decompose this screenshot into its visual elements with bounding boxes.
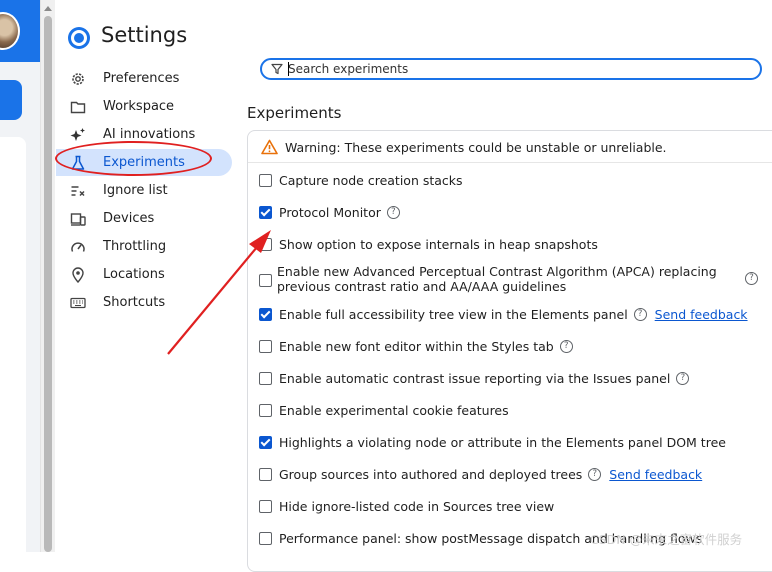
checkbox[interactable] [259, 238, 272, 251]
checkbox[interactable] [259, 468, 272, 481]
nav-item-preferences[interactable]: Preferences [56, 65, 232, 92]
folder-icon [70, 99, 86, 115]
warning-text: Warning: These experiments could be unst… [285, 140, 667, 155]
checkbox[interactable] [259, 436, 272, 449]
checkbox[interactable] [259, 206, 272, 219]
scrollbar-thumb[interactable] [44, 16, 52, 552]
experiment-label: Protocol Monitor [279, 205, 381, 220]
nav-item-devices[interactable]: Devices [56, 205, 232, 232]
experiment-group-sources[interactable]: Group sources into authored and deployed… [259, 467, 702, 482]
send-feedback-link[interactable]: Send feedback [609, 467, 702, 482]
devices-icon [70, 211, 86, 227]
nav-item-shortcuts[interactable]: Shortcuts [56, 289, 232, 316]
experiment-label: Enable new Advanced Perceptual Contrast … [277, 264, 717, 294]
annotation-ellipse [55, 141, 212, 176]
browser-side-panel [0, 0, 40, 552]
checkbox[interactable] [259, 274, 272, 287]
ignore-list-icon [70, 183, 86, 199]
speedometer-icon [70, 239, 86, 255]
nav-item-label: Locations [103, 267, 165, 282]
scroll-up-arrow-icon[interactable] [44, 6, 52, 11]
search-bar[interactable] [260, 58, 762, 80]
help-icon[interactable]: ? [676, 372, 690, 385]
text-caret [288, 62, 289, 76]
sparkle-icon [70, 127, 86, 143]
help-icon[interactable]: ? [745, 272, 758, 285]
filter-icon [271, 63, 283, 75]
experiment-protocol-monitor[interactable]: Protocol Monitor ? [259, 205, 400, 220]
nav-item-locations[interactable]: Locations [56, 261, 232, 288]
experiment-hide-ignore-listed[interactable]: Hide ignore-listed code in Sources tree … [259, 499, 554, 514]
section-title: Experiments [247, 104, 342, 122]
experiment-label: Show option to expose internals in heap … [279, 237, 598, 252]
experiment-label: Enable new font editor within the Styles… [279, 339, 554, 354]
location-pin-icon [70, 266, 86, 283]
checkbox[interactable] [259, 404, 272, 417]
nav-item-workspace[interactable]: Workspace [56, 93, 232, 120]
experiment-highlight-violating-node[interactable]: Highlights a violating node or attribute… [259, 435, 726, 450]
nav-item-label: Devices [103, 211, 155, 226]
checkbox[interactable] [259, 174, 272, 187]
checkbox[interactable] [259, 340, 272, 353]
experiment-label: Enable full accessibility tree view in t… [279, 307, 628, 322]
experiment-full-accessibility-tree[interactable]: Enable full accessibility tree view in t… [259, 307, 748, 322]
experiment-heap-snapshot-internals[interactable]: Show option to expose internals in heap … [259, 237, 598, 252]
nav-item-label: Preferences [103, 71, 180, 86]
checkbox[interactable] [259, 372, 272, 385]
side-panel-content [0, 137, 26, 552]
watermark: CSDN @未末之宙软件服务 [590, 532, 743, 547]
warning-icon [261, 139, 278, 155]
send-feedback-link[interactable]: Send feedback [655, 307, 748, 322]
experiment-label: Group sources into authored and deployed… [279, 467, 583, 482]
scrollbar[interactable] [40, 0, 55, 552]
experiment-font-editor[interactable]: Enable new font editor within the Styles… [259, 339, 573, 354]
help-icon[interactable]: ? [588, 468, 602, 481]
nav-item-label: Shortcuts [103, 295, 166, 310]
nav-item-label: Workspace [103, 99, 175, 114]
experiment-contrast-issue-reporting[interactable]: Enable automatic contrast issue reportin… [259, 371, 690, 386]
nav-item-label: Throttling [103, 239, 167, 254]
nav-item-ignore-list[interactable]: Ignore list [56, 177, 232, 204]
checkbox[interactable] [259, 532, 272, 545]
experiment-capture-node-stacks[interactable]: Capture node creation stacks [259, 173, 463, 188]
experiment-label: Highlights a violating node or attribute… [279, 435, 726, 450]
experiment-cookie-features[interactable]: Enable experimental cookie features [259, 403, 509, 418]
nav-item-label: AI innovations [103, 127, 196, 142]
experiment-label: Enable automatic contrast issue reportin… [279, 371, 671, 386]
experiment-label: Enable experimental cookie features [279, 403, 509, 418]
checkbox[interactable] [259, 500, 272, 513]
help-icon[interactable]: ? [386, 206, 400, 219]
help-icon[interactable]: ? [559, 340, 573, 353]
experiment-label: Hide ignore-listed code in Sources tree … [279, 499, 555, 514]
side-panel-button[interactable] [0, 80, 22, 120]
gear-icon [70, 71, 86, 87]
keyboard-icon [70, 295, 86, 311]
page-title: Settings [101, 23, 188, 47]
devtools-logo-icon [68, 27, 90, 49]
experiment-label: Capture node creation stacks [279, 173, 463, 188]
search-input[interactable] [288, 60, 748, 78]
nav-item-label: Ignore list [103, 183, 168, 198]
checkbox[interactable] [259, 308, 272, 321]
help-icon[interactable]: ? [633, 308, 647, 321]
nav-item-throttling[interactable]: Throttling [56, 233, 232, 260]
